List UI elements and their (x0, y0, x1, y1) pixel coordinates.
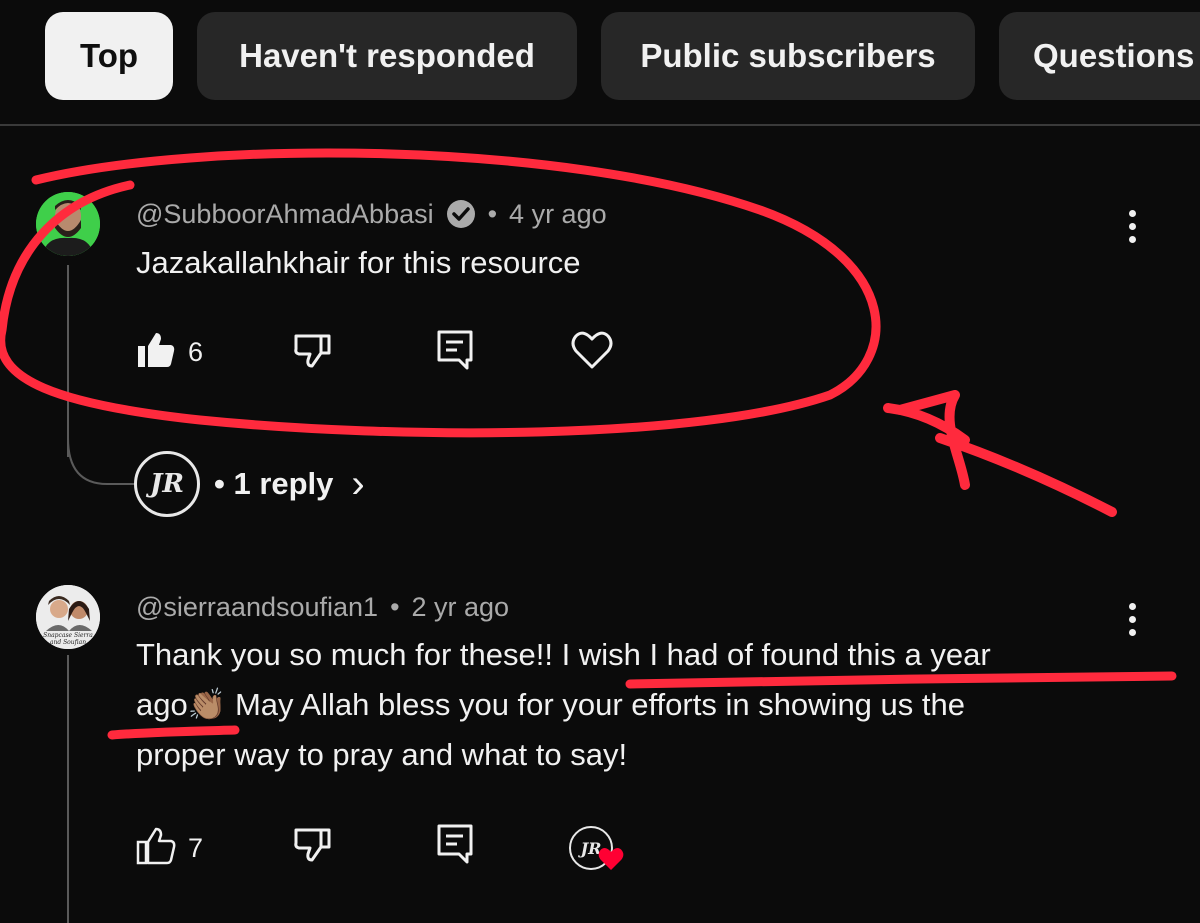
comment-1-handle[interactable]: @SubboorAhmadAbbasi (136, 199, 434, 230)
comment-1-heart-button[interactable] (571, 330, 613, 375)
thread-connector (67, 438, 135, 485)
comment-1-like-button[interactable]: 6 (136, 330, 203, 375)
comment-2-text: Thank you so much for these!! I wish I h… (136, 630, 1136, 780)
chip-public-subscribers-label: Public subscribers (640, 37, 936, 74)
comment-1-dislike-button[interactable] (293, 332, 333, 375)
comment-2-like-button[interactable]: 7 (136, 826, 203, 871)
filter-chip-bar: Top Haven't responded Public subscribers… (0, 0, 1200, 126)
thumbs-down-icon (293, 826, 333, 869)
clapping-hands-emoji: 👏🏽 (187, 687, 227, 722)
chip-public-subscribers[interactable]: Public subscribers (601, 12, 975, 100)
comment-2-text-line2: ago👏🏽 May Allah bless you for your effor… (136, 680, 1136, 730)
avatar-subboor[interactable] (36, 192, 100, 256)
comment-2-creator-heart-button[interactable]: JR (569, 822, 629, 874)
comment-1-text: Jazakallahkhair for this resource (136, 245, 581, 280)
verified-icon (446, 199, 476, 229)
comment-2-reply-button[interactable] (437, 824, 473, 869)
replies-count-label: • 1 reply (214, 466, 334, 501)
comment-1-reply-button[interactable] (437, 330, 473, 375)
comment-2-text-line2-rest: May Allah bless you for your efforts in … (226, 687, 965, 722)
thumbs-up-filled-icon (136, 330, 176, 375)
chip-havent-responded-label: Haven't responded (239, 37, 535, 74)
heart-outline-icon (571, 330, 613, 375)
comment-2-time: 2 yr ago (411, 591, 510, 622)
comment-2-like-count: 7 (188, 833, 204, 863)
comment-1-header: @SubboorAhmadAbbasi • 4 yr ago (136, 194, 607, 234)
red-heart-icon (597, 846, 625, 877)
thread-line-2 (67, 655, 69, 923)
chip-top-label: Top (79, 37, 139, 74)
chip-havent-responded[interactable]: Haven't responded (197, 12, 577, 100)
comment-2-text-ago: ago (136, 687, 188, 722)
comment-1-more-icon[interactable] (1128, 210, 1138, 250)
reply-comment-icon (437, 824, 473, 869)
comment-2-text-line3: proper way to pray and what to say! (136, 737, 628, 772)
avatar-subboor-image (36, 192, 100, 256)
creator-avatar: JR (134, 451, 200, 517)
avatar-sierraandsoufian[interactable]: Snapcase Sierra and Soufian (36, 585, 100, 649)
chip-questions[interactable]: Questions (999, 12, 1200, 100)
chip-questions-label: Questions (1033, 37, 1195, 74)
thread-line (67, 265, 69, 457)
creator-logo: JR (150, 469, 184, 499)
chip-top[interactable]: Top (45, 12, 173, 100)
comment-2-dislike-button[interactable] (293, 826, 333, 869)
reply-comment-icon (437, 330, 473, 375)
annotation-arrow (883, 390, 1117, 517)
comment-2-separator: • (390, 591, 400, 622)
avatar-caption: Snapcase Sierra and Soufian (43, 632, 93, 646)
thumbs-down-icon (293, 332, 333, 375)
comment-2-header: @sierraandsoufian1 • 2 yr ago (136, 587, 509, 627)
comment-1-like-count: 6 (188, 337, 204, 367)
comment-1-time: 4 yr ago (509, 198, 607, 229)
comment-1-separator: • (487, 198, 498, 229)
chevron-right-icon: › (351, 461, 365, 506)
thumbs-up-icon (136, 826, 176, 871)
view-replies-button[interactable]: JR • 1 reply › (134, 451, 365, 517)
comment-2-text-line1: Thank you so much for these!! I wish I h… (136, 637, 991, 672)
comment-2-handle[interactable]: @sierraandsoufian1 (136, 592, 378, 623)
